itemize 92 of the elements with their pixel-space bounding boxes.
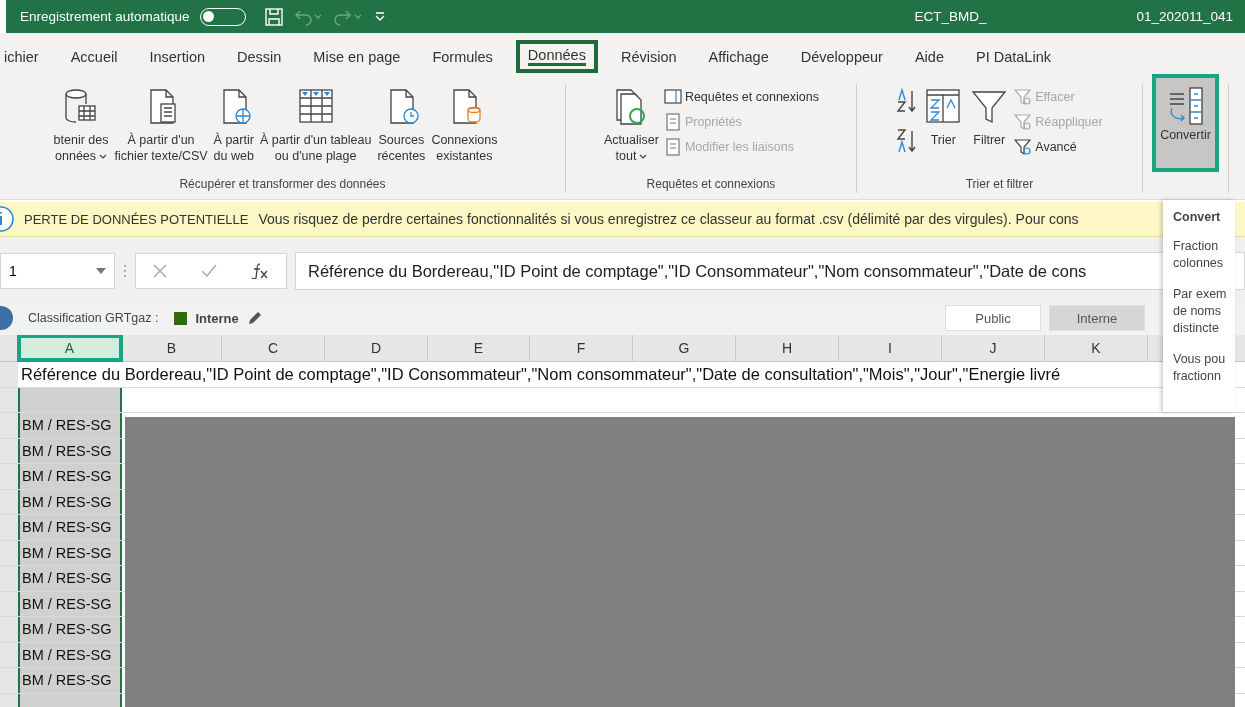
ribbon-tab[interactable]: Insertion bbox=[140, 42, 215, 71]
column-header[interactable]: H bbox=[736, 335, 839, 361]
ribbon-tab[interactable]: Affichage bbox=[699, 42, 778, 71]
row-header[interactable] bbox=[0, 489, 18, 514]
ribbon-small-button[interactable]: Avancé bbox=[1014, 138, 1103, 156]
column-header[interactable]: C bbox=[222, 335, 325, 361]
classification-label: Classification GRTgaz : bbox=[28, 311, 159, 325]
customize-toolbar-icon[interactable] bbox=[373, 10, 386, 23]
chevron-down-icon[interactable] bbox=[99, 153, 108, 160]
function-icon[interactable] bbox=[251, 263, 269, 279]
column-header[interactable]: A bbox=[18, 335, 122, 361]
ribbon-button[interactable]: Sources récentes bbox=[376, 84, 427, 166]
info-title: PERTE DE DONNÉES POTENTIELLE bbox=[24, 211, 249, 227]
queries-icon bbox=[663, 88, 682, 106]
selected-cell: BM / RES-SG bbox=[18, 617, 122, 642]
column-header[interactable]: E bbox=[428, 335, 530, 361]
ribbon-button[interactable]: Connexions existantes bbox=[430, 84, 499, 166]
ribbon-tab[interactable]: Formules bbox=[423, 42, 502, 71]
row-header[interactable] bbox=[0, 668, 18, 693]
check-icon[interactable] bbox=[201, 264, 217, 278]
ribbon-tab[interactable]: Dessin bbox=[228, 42, 291, 71]
selected-cell: BM / RES-SG bbox=[18, 489, 122, 514]
row-header[interactable] bbox=[0, 642, 18, 667]
table-cell-text: Référence du Bordereau,"ID Point de comptage","ID Consommateur","Nom consommateur","Date de consultation","Mois","Jour","Energie livré bbox=[20, 363, 1061, 385]
group-label: Requêtes et connexions bbox=[645, 177, 777, 193]
row-header[interactable] bbox=[0, 617, 18, 642]
ribbon-button[interactable]: À partir d'un fichier texte/CSV bbox=[113, 84, 209, 166]
reapply-filter-icon bbox=[1014, 113, 1033, 131]
info-message: Vous risquez de perdre certaines fonctionnalités si vous enregistrez ce classeur au format .csv (délimité par des virgules). Pour cons bbox=[258, 211, 1079, 227]
row-header[interactable] bbox=[0, 362, 18, 387]
selected-cell: BM / RES-SG bbox=[18, 642, 122, 667]
ribbon-tab[interactable]: PI DataLink bbox=[967, 42, 1060, 71]
column-header[interactable]: K bbox=[1045, 335, 1148, 361]
tooltip-text: Vous pou fractionn bbox=[1173, 351, 1227, 385]
tooltip-title: Convert bbox=[1173, 210, 1222, 224]
selected-cell: BM / RES-SG bbox=[18, 566, 122, 591]
clear-filter-icon bbox=[1014, 88, 1033, 106]
column-header[interactable]: J bbox=[942, 335, 1045, 361]
selected-cell: BM / RES-SG bbox=[18, 464, 122, 489]
convert-button[interactable]: Convertir bbox=[1152, 74, 1219, 172]
name-box[interactable]: 1 bbox=[0, 253, 115, 289]
ribbon-button[interactable]: À partir d'un tableau ou d'une plage bbox=[258, 84, 373, 166]
selected-cell: BM / RES-SG bbox=[18, 515, 122, 540]
row-header[interactable] bbox=[0, 387, 18, 412]
autosave-label: Enregistrement automatique bbox=[20, 9, 190, 24]
column-header[interactable]: B bbox=[122, 335, 222, 361]
column-header[interactable]: G bbox=[633, 335, 736, 361]
ribbon-tab[interactable]: Développeur bbox=[791, 42, 892, 71]
file-name: ECT_BMD_ bbox=[914, 9, 987, 24]
ribbon-button[interactable]: Actualiser tout bbox=[603, 84, 660, 166]
ribbon-small-button[interactable]: Requêtes et connexions bbox=[663, 88, 819, 106]
selected-cell: BM / RES-SG bbox=[18, 540, 122, 565]
file-name: 01_202011_041 bbox=[1136, 9, 1233, 24]
group-label: Trier et filtrer bbox=[964, 177, 1035, 193]
ribbon-tab[interactable]: Aide bbox=[905, 42, 953, 71]
selected-cell: BM / RES-SG bbox=[18, 413, 122, 438]
row-header[interactable] bbox=[0, 464, 18, 489]
ribbon-tab[interactable]: Mise en page bbox=[304, 42, 410, 71]
row-header[interactable] bbox=[0, 515, 18, 540]
ribbon-button[interactable]: Trier bbox=[922, 84, 965, 150]
chevron-down-icon[interactable] bbox=[639, 153, 648, 160]
advanced-filter-icon bbox=[1014, 138, 1033, 156]
cancel-icon[interactable] bbox=[153, 264, 167, 278]
ribbon-tab[interactable]: Accueil bbox=[61, 42, 127, 71]
dropdown-icon[interactable] bbox=[96, 268, 106, 274]
ribbon-button[interactable]: btenir des onnées bbox=[52, 84, 110, 166]
link-file-icon bbox=[663, 138, 682, 156]
selected-cell: BM / RES-SG bbox=[18, 668, 122, 693]
ribbon-tab[interactable]: Révision bbox=[611, 42, 686, 71]
row-header[interactable] bbox=[0, 566, 18, 591]
ribbon-tab[interactable]: Données bbox=[515, 40, 598, 73]
column-header[interactable]: I bbox=[839, 335, 942, 361]
row-header[interactable] bbox=[0, 413, 18, 438]
ribbon-button[interactable]: Filtrer bbox=[968, 84, 1011, 150]
classification-value: Interne bbox=[195, 310, 239, 326]
properties-icon bbox=[663, 113, 682, 131]
ribbon-button[interactable]: À partir du web bbox=[212, 84, 255, 166]
save-icon[interactable] bbox=[263, 6, 284, 27]
selected-cell: BM / RES-SG bbox=[18, 438, 122, 463]
pencil-icon[interactable] bbox=[246, 310, 263, 326]
row-header[interactable] bbox=[0, 540, 18, 565]
row-header[interactable] bbox=[0, 438, 18, 463]
info-icon bbox=[0, 206, 14, 232]
column-header[interactable]: F bbox=[530, 335, 633, 361]
group-label: Récupérer et transformer des données bbox=[178, 177, 387, 193]
row-header[interactable] bbox=[0, 591, 18, 616]
classification-option[interactable]: Public bbox=[945, 305, 1041, 331]
classification-option[interactable]: Interne bbox=[1049, 305, 1145, 331]
ribbon-tab[interactable]: ichier bbox=[0, 42, 48, 71]
drag-handle-icon[interactable] bbox=[123, 263, 127, 279]
column-header[interactable]: D bbox=[325, 335, 428, 361]
selected-cell: BM / RES-SG bbox=[18, 591, 122, 616]
